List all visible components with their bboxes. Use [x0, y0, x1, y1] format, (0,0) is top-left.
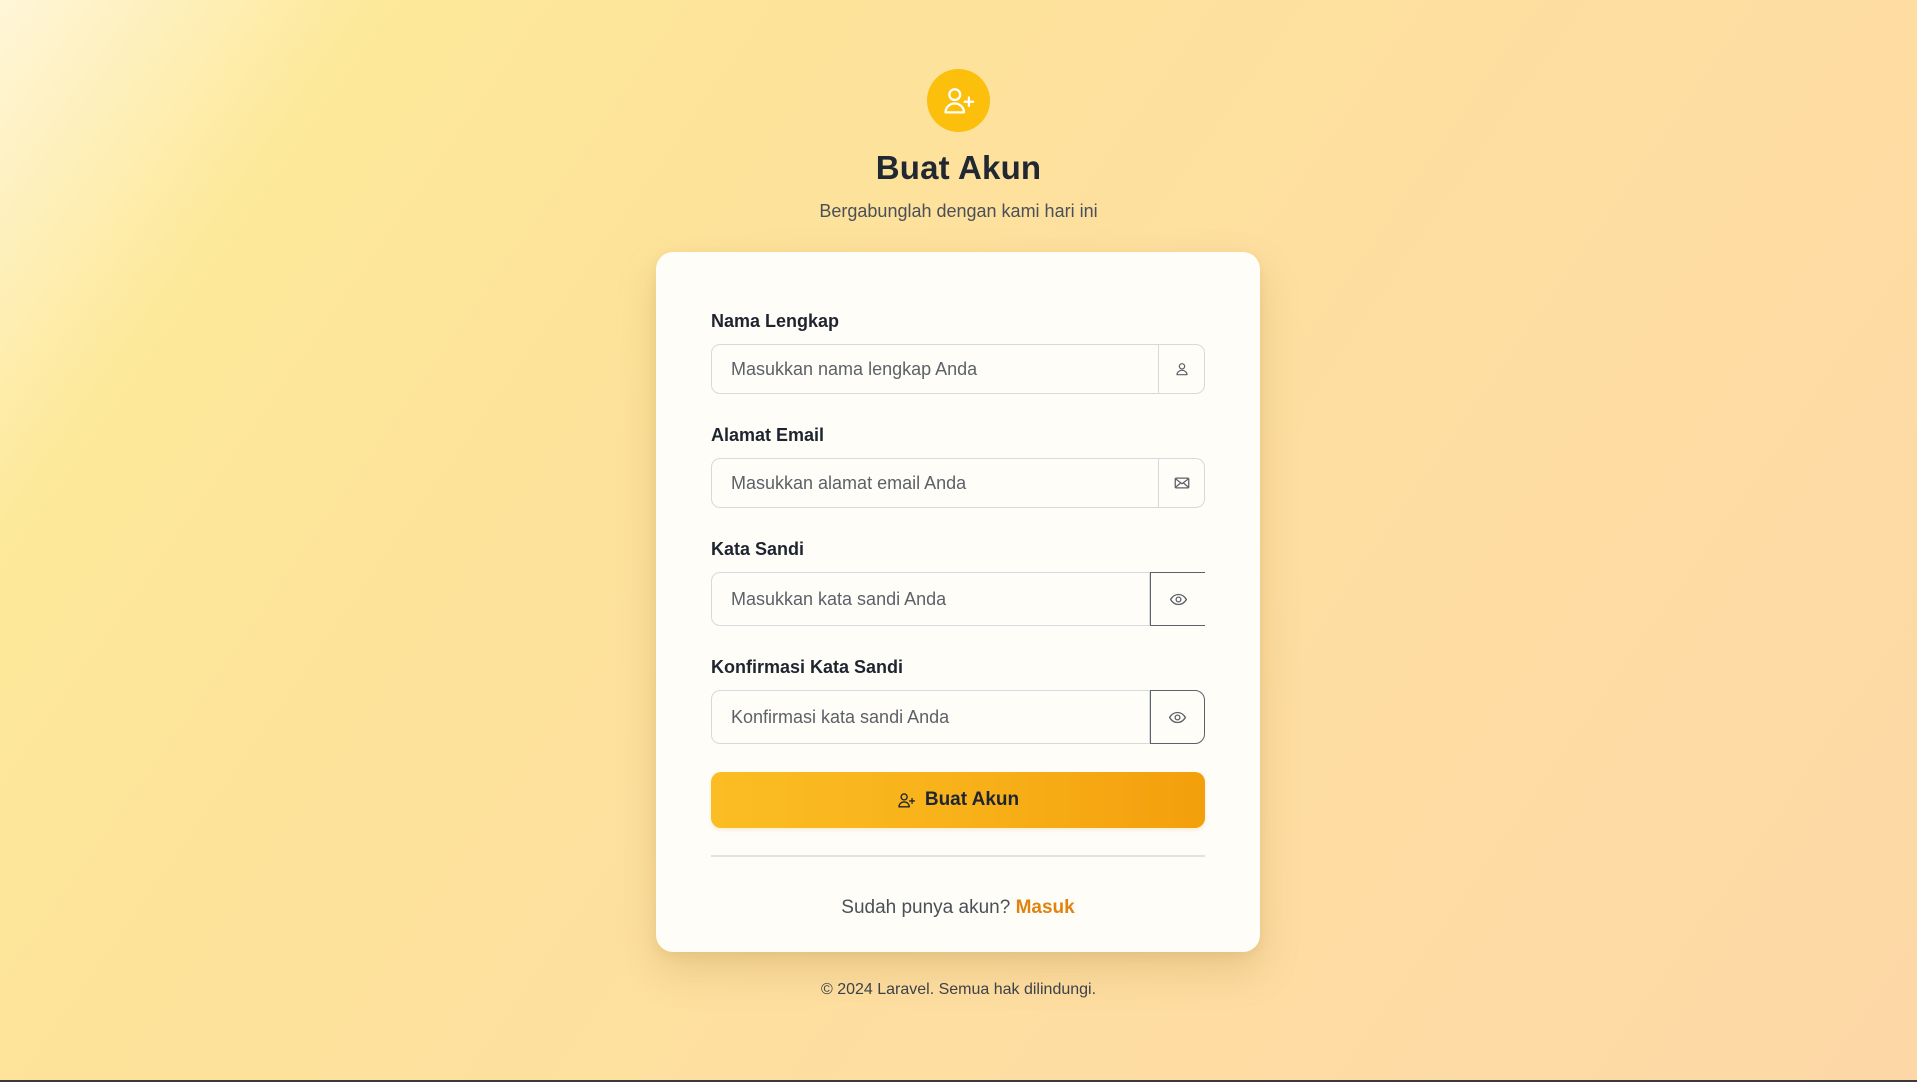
name-field-group: Nama Lengkap	[711, 310, 1205, 394]
login-prompt-row: Sudah punya akun? Masuk	[711, 897, 1205, 919]
email-field-group: Alamat Email	[711, 424, 1205, 508]
eye-icon	[1169, 593, 1187, 605]
user-plus-icon	[898, 792, 915, 808]
login-link[interactable]: Masuk	[1016, 897, 1075, 918]
name-input[interactable]	[711, 344, 1159, 394]
divider	[711, 855, 1205, 857]
create-account-button[interactable]: Buat Akun	[711, 772, 1205, 828]
user-plus-icon	[943, 87, 974, 113]
page-header: Buat Akun Bergabunglah dengan kami hari …	[0, 69, 1917, 222]
name-label: Nama Lengkap	[711, 311, 840, 331]
footer-copyright: © 2024 Laravel. Semua hak dilindungi.	[820, 981, 1097, 998]
password-field-group: Kata Sandi	[711, 538, 1205, 626]
email-input[interactable]	[711, 458, 1159, 508]
confirm-password-field-group: Konfirmasi Kata Sandi	[711, 656, 1205, 744]
page-title: Buat Akun	[875, 149, 1042, 186]
confirm-password-input[interactable]	[711, 690, 1150, 744]
register-card: Nama Lengkap Alamat Email	[656, 252, 1260, 952]
password-input[interactable]	[711, 572, 1150, 626]
email-addon	[1159, 458, 1205, 508]
password-input-group	[711, 572, 1205, 626]
password-label: Kata Sandi	[711, 539, 805, 559]
login-prompt-text: Sudah punya akun?	[841, 896, 1011, 918]
email-label: Alamat Email	[711, 425, 825, 445]
confirm-password-input-group	[711, 690, 1205, 744]
create-account-label: Buat Akun	[924, 789, 1020, 810]
page-subtitle: Bergabunglah dengan kami hari ini	[819, 201, 1098, 221]
name-addon	[1159, 344, 1205, 394]
name-input-group	[711, 344, 1205, 394]
user-icon	[1175, 363, 1188, 376]
password-toggle-button[interactable]	[1150, 572, 1205, 626]
email-input-group	[711, 458, 1205, 508]
confirm-password-toggle-button[interactable]	[1150, 690, 1205, 744]
confirm-password-label: Konfirmasi Kata Sandi	[711, 657, 904, 677]
mail-icon	[1174, 477, 1189, 489]
eye-icon	[1168, 711, 1187, 723]
logo-badge	[927, 69, 990, 132]
